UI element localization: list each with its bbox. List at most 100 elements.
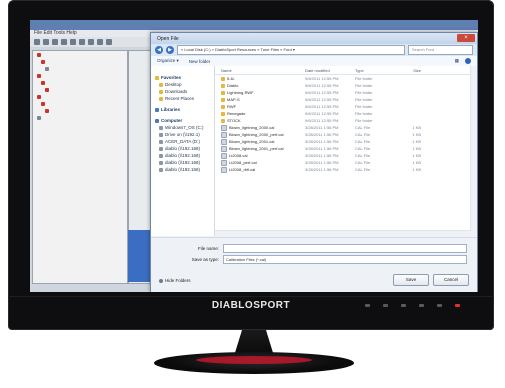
file-name-text: Blown_lightning_2001.cal [229,139,275,144]
file-row[interactable]: 5.4L 9/6/2011 12:55 PM File folder [215,75,477,82]
save-type-select[interactable]: Calibration Files (*.cal) [223,255,467,264]
file-row[interactable]: Lt2008_rbfl.cal 3/28/2011 1:56 PM CAL File… [215,166,477,173]
file-date-cell: 9/6/2011 12:55 PM [305,76,339,81]
nav-item[interactable]: Downloads [151,88,214,95]
file-name-text: STOCK [227,118,241,123]
new-folder-button[interactable]: New folder [189,59,211,64]
file-row[interactable]: Renegade 9/6/2011 12:55 PM File folder [215,110,477,117]
nav-item-label: diablo (\\192.168) [165,153,201,158]
folder-icon [221,97,225,102]
forward-button[interactable]: ▶ [166,46,174,54]
toolbar-button[interactable] [97,39,103,45]
toolbar-button[interactable] [43,39,49,45]
toolbar-button[interactable] [106,39,112,45]
file-type-cell: File folder [355,83,373,88]
file-list-header: Name Date modified Type Size [215,66,477,75]
file-date-cell: 9/6/2011 12:55 PM [305,118,339,123]
file-name-text: Blown_lightning_2001_perf.cal [229,146,284,151]
tree-row[interactable] [33,72,127,79]
power-led[interactable] [455,304,460,307]
file-date-cell: 9/6/2011 12:55 PM [305,104,339,109]
nav-item[interactable]: ACER_DATA (D:) [151,138,214,145]
nav-item[interactable]: Desktop [151,81,214,88]
tree-row[interactable] [33,100,127,107]
column-name-header[interactable]: Name [215,68,305,73]
file-name-cell: Lt2008_rbfl.cal [215,166,305,173]
nav-item-label: Desktop [165,82,182,87]
nav-item[interactable]: Favorites [151,74,214,81]
vertical-scrollbar[interactable] [470,66,477,236]
column-size-header[interactable]: Size [391,68,427,73]
file-row[interactable]: Lt2008.cal 3/28/2011 1:56 PM CAL File 1 KB [215,152,477,159]
hide-folders-toggle[interactable]: Hide Folders [159,278,191,283]
file-row[interactable]: Lt2008_perf.cal 3/28/2011 1:56 PM CAL File… [215,159,477,166]
tree-row[interactable] [33,79,127,86]
file-name-row: File name: [175,244,467,253]
folder-icon [221,90,225,95]
file-icon [221,145,227,152]
address-bar-row: ◀ ▶ « Local Disk (C:) » DiabloSport Reso… [151,44,477,56]
monitor-button[interactable] [401,304,406,307]
help-icon[interactable] [465,58,471,64]
file-row[interactable]: STOCK 9/6/2011 12:55 PM File folder [215,117,477,124]
monitor-button[interactable] [365,304,370,307]
toolbar-button[interactable] [34,39,40,45]
file-name-text: Blown_lightning_2000.cal [229,125,275,130]
toolbar-button[interactable] [61,39,67,45]
organize-button[interactable]: Organize ▾ [157,58,179,64]
file-row[interactable]: Lightning-RWF 9/6/2011 12:55 PM File folde… [215,89,477,96]
file-row[interactable]: Blown_lightning_2000_perf.cal 3/28/2011 1… [215,131,477,138]
nav-item[interactable]: diablo (\\192.168) [151,145,214,152]
file-type-cell: CAL File [355,125,371,130]
drive-icon [159,146,163,151]
toolbar-button[interactable] [79,39,85,45]
file-name-cell: MAP-S [215,97,305,102]
nav-item-label: diablo (\\192.168) [165,167,201,172]
cancel-button[interactable]: Cancel [433,274,469,286]
address-bar[interactable]: « Local Disk (C:) » DiabloSport Resource… [177,45,405,55]
tree-row[interactable] [33,114,127,121]
nav-item[interactable]: Recent Places [151,95,214,102]
nav-item[interactable]: Drive on (\\192.1) [151,131,214,138]
close-button[interactable]: × [457,34,475,42]
nav-item[interactable]: Libraries [151,106,214,113]
horizontal-scrollbar[interactable] [215,230,471,236]
tree-row[interactable] [33,86,127,93]
nav-item[interactable]: diablo (\\192.168) [151,159,214,166]
column-date-header[interactable]: Date modified [305,68,355,73]
column-type-header[interactable]: Type [355,68,391,73]
toolbar-button[interactable] [88,39,94,45]
file-row[interactable]: MAP-S 9/6/2011 12:55 PM File folder [215,96,477,103]
background-app-tree [32,50,128,284]
toolbar-button[interactable] [52,39,58,45]
monitor-button[interactable] [437,304,442,307]
tree-row[interactable] [33,107,127,114]
file-row[interactable]: Blown_lightning_2000.cal 3/28/2011 1:56 P… [215,124,477,131]
file-row[interactable]: Blown_lightning_2001_perf.cal 3/28/2011 1… [215,145,477,152]
file-row[interactable]: Diablo 9/6/2011 12:55 PM File folder [215,82,477,89]
file-size-cell: 1 KB [412,132,421,137]
file-row[interactable]: RWF 9/6/2011 12:55 PM File folder [215,103,477,110]
dialog-title: Open File [157,35,179,42]
nav-item[interactable]: Windows7_OS (C:) [151,124,214,131]
toolbar-button[interactable] [70,39,76,45]
monitor-frame: File Edit Tools Help Open File × ◀ ▶ « L… [8,0,494,330]
file-row[interactable]: Blown_lightning_2001.cal 3/28/2011 1:56 P… [215,138,477,145]
save-button[interactable]: Save [393,274,429,286]
search-input[interactable]: Search Ford [408,45,473,55]
view-options-icon[interactable]: ▦ [455,58,459,64]
back-button[interactable]: ◀ [155,46,163,54]
file-type-cell: CAL File [355,153,371,158]
file-type-cell: CAL File [355,139,371,144]
tree-row[interactable] [33,65,127,72]
file-name-input[interactable] [223,244,467,253]
drive-icon [159,167,163,172]
tree-row[interactable] [33,51,127,58]
tree-row[interactable] [33,58,127,65]
nav-item[interactable]: diablo (\\192.168) [151,166,214,173]
nav-item[interactable]: diablo (\\192.168) [151,152,214,159]
nav-item[interactable]: Computer [151,117,214,124]
monitor-button[interactable] [419,304,424,307]
tree-row[interactable] [33,93,127,100]
monitor-button[interactable] [383,304,388,307]
